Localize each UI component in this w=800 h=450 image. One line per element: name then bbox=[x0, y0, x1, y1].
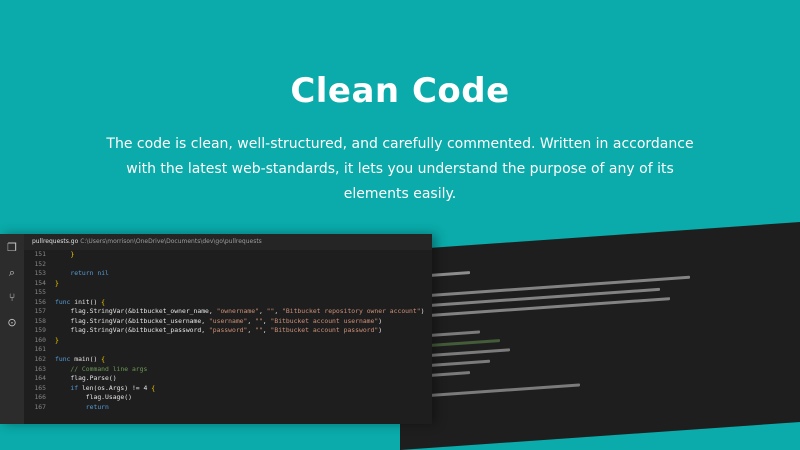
line-number: 167 bbox=[34, 402, 46, 411]
code-line: 155 bbox=[24, 288, 432, 298]
line-number: 161 bbox=[34, 345, 46, 354]
files-icon: ❐ bbox=[7, 241, 17, 254]
code-line: 165 if len(os.Args) != 4 { bbox=[24, 384, 432, 394]
code-line: 156 func init() { bbox=[24, 298, 432, 308]
code-text: } bbox=[55, 278, 59, 287]
line-number: 154 bbox=[34, 278, 46, 287]
code-line: 154} bbox=[24, 279, 432, 289]
code-text: func main() { bbox=[55, 355, 106, 364]
code-text: flag.StringVar(&bitbucket_username, "use… bbox=[55, 316, 383, 325]
code-text: func init() { bbox=[55, 297, 106, 306]
line-number: 159 bbox=[34, 326, 46, 335]
line-number: 164 bbox=[34, 374, 46, 383]
code-text: } bbox=[55, 335, 59, 344]
debug-icon: ⊙ bbox=[7, 316, 17, 329]
code-text: } bbox=[70, 250, 75, 258]
line-number: 156 bbox=[34, 297, 46, 306]
line-number: 153 bbox=[34, 269, 46, 278]
code-line: 163 // Command line args bbox=[24, 365, 432, 375]
line-number: 158 bbox=[34, 316, 46, 325]
code-line: 159 flag.StringVar(&bitbucket_password, … bbox=[24, 326, 432, 336]
code-text: if len(os.Args) != 4 { bbox=[70, 383, 156, 392]
editor-title-bar: pullrequests.go C:\Users\morrison\OneDri… bbox=[24, 234, 432, 250]
line-number: 152 bbox=[34, 259, 46, 268]
activity-bar: ❐ ⌕ ⑂ ⊙ bbox=[0, 234, 24, 424]
line-number: 157 bbox=[34, 307, 46, 316]
code-line: 157 flag.StringVar(&bitbucket_owner_name… bbox=[24, 307, 432, 317]
line-number: 160 bbox=[34, 335, 46, 344]
code-line: 161 bbox=[24, 345, 432, 355]
line-number: 165 bbox=[34, 383, 46, 392]
code-text: flag.StringVar(&bitbucket_password, "pas… bbox=[55, 326, 383, 335]
code-text: return nil bbox=[70, 269, 109, 278]
line-number: 163 bbox=[34, 364, 46, 373]
code-text: return bbox=[85, 402, 109, 411]
code-line: 152 bbox=[24, 260, 432, 270]
code-area: 151 } 152 153 return nil 154} 155 156 func ini… bbox=[24, 250, 432, 424]
code-line: 160} bbox=[24, 336, 432, 346]
code-text: // Command line args bbox=[55, 364, 148, 373]
line-number: 162 bbox=[34, 355, 46, 364]
code-text: flag.Parse() bbox=[55, 374, 117, 383]
hero-title: Clean Code bbox=[290, 70, 510, 111]
code-editor-screenshot: ❐ ⌕ ⑂ ⊙ pullrequests.go C:\Users\morriso… bbox=[0, 234, 432, 424]
editor-screenshot-secondary bbox=[400, 219, 800, 450]
code-text: flag.StringVar(&bitbucket_owner_name, "o… bbox=[55, 307, 425, 316]
code-line: 151 } bbox=[24, 250, 432, 260]
line-number: 155 bbox=[34, 288, 46, 297]
git-icon: ⑂ bbox=[8, 291, 16, 304]
code-line: 158 flag.StringVar(&bitbucket_username, … bbox=[24, 317, 432, 327]
line-number: 151 bbox=[34, 250, 46, 258]
code-line: 162 func main() { bbox=[24, 355, 432, 365]
line-number: 166 bbox=[34, 393, 46, 402]
code-line: 167 return bbox=[24, 403, 432, 413]
code-line: 164 flag.Parse() bbox=[24, 374, 432, 384]
editor-file-path: C:\Users\morrison\OneDrive\Documents\dev… bbox=[80, 238, 262, 245]
code-text: flag.Usage() bbox=[55, 393, 132, 402]
code-line: 166 flag.Usage() bbox=[24, 393, 432, 403]
code-line: 153 return nil bbox=[24, 269, 432, 279]
editor-file-name: pullrequests.go bbox=[32, 238, 79, 245]
hero-description: The code is clean, well-structured, and … bbox=[106, 136, 694, 202]
search-icon: ⌕ bbox=[8, 266, 16, 279]
